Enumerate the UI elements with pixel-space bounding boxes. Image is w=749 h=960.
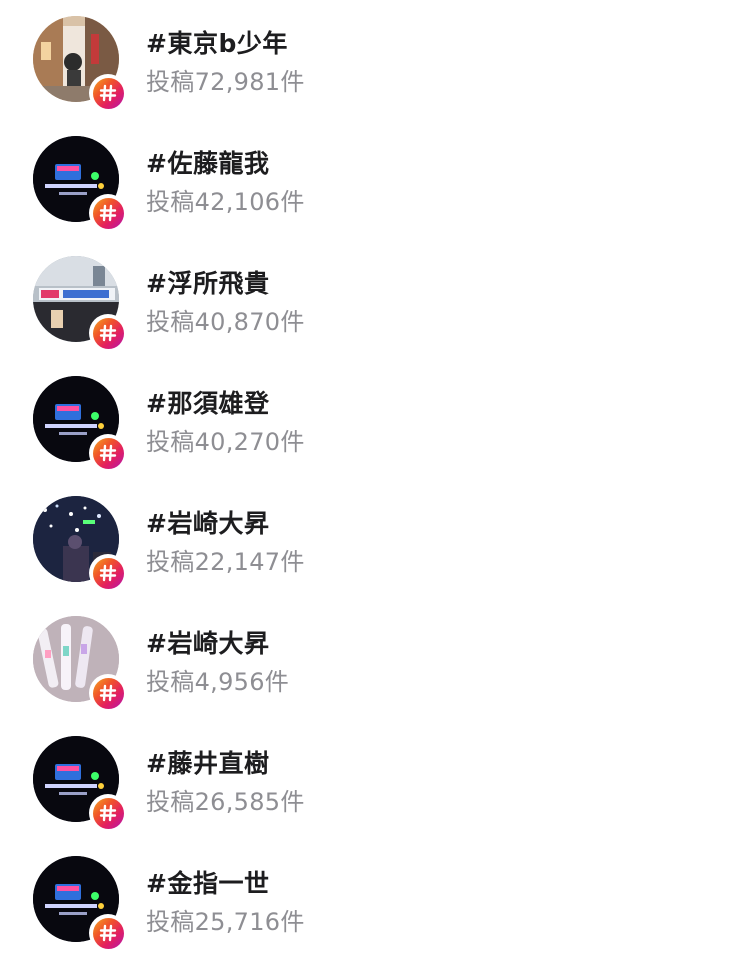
hashtag-badge bbox=[89, 794, 127, 832]
hashtag-badge bbox=[89, 434, 127, 472]
post-count: 投稿40,270件 bbox=[146, 428, 305, 456]
hashtag-icon bbox=[99, 564, 117, 582]
post-count: 投稿22,147件 bbox=[146, 548, 305, 576]
hashtag-icon bbox=[99, 324, 117, 342]
post-count: 投稿26,585件 bbox=[146, 788, 305, 816]
hashtag-badge bbox=[89, 914, 127, 952]
hashtag-row[interactable]: #東京b少年 投稿72,981件 bbox=[0, 0, 749, 120]
hashtag-thumbnail[interactable] bbox=[33, 496, 127, 592]
hashtag-icon bbox=[99, 804, 117, 822]
hashtag-row[interactable]: #岩崎大昇 投稿22,147件 bbox=[0, 480, 749, 600]
post-count: 投稿72,981件 bbox=[146, 68, 305, 96]
hashtag-name: #浮所飛貴 bbox=[146, 269, 270, 298]
hashtag-thumbnail[interactable] bbox=[33, 16, 127, 112]
post-count: 投稿4,956件 bbox=[146, 668, 290, 696]
hashtag-badge bbox=[89, 74, 127, 112]
hashtag-badge bbox=[89, 194, 127, 232]
hashtag-icon bbox=[99, 84, 117, 102]
hashtag-thumbnail[interactable] bbox=[33, 616, 127, 712]
hashtag-name: #東京b少年 bbox=[146, 29, 288, 58]
hashtag-row[interactable]: #浮所飛貴 投稿40,870件 bbox=[0, 240, 749, 360]
hashtag-badge bbox=[89, 314, 127, 352]
hashtag-icon bbox=[99, 924, 117, 942]
hashtag-thumbnail[interactable] bbox=[33, 256, 127, 352]
hashtag-icon bbox=[99, 204, 117, 222]
hashtag-icon bbox=[99, 684, 117, 702]
post-count: 投稿25,716件 bbox=[146, 908, 305, 936]
hashtag-thumbnail[interactable] bbox=[33, 136, 127, 232]
hashtag-name: #岩崎大昇 bbox=[146, 509, 270, 538]
hashtag-thumbnail[interactable] bbox=[33, 856, 127, 952]
hashtag-badge bbox=[89, 674, 127, 712]
hashtag-name: #那須雄登 bbox=[146, 389, 270, 418]
hashtag-badge bbox=[89, 554, 127, 592]
hashtag-thumbnail[interactable] bbox=[33, 376, 127, 472]
hashtag-row[interactable]: #佐藤龍我 投稿42,106件 bbox=[0, 120, 749, 240]
hashtag-row[interactable]: #那須雄登 投稿40,270件 bbox=[0, 360, 749, 480]
hashtag-row[interactable]: #藤井直樹 投稿26,585件 bbox=[0, 720, 749, 840]
post-count: 投稿42,106件 bbox=[146, 188, 305, 216]
post-count: 投稿40,870件 bbox=[146, 308, 305, 336]
hashtag-thumbnail[interactable] bbox=[33, 736, 127, 832]
hashtag-name: #佐藤龍我 bbox=[146, 149, 270, 178]
hashtag-name: #岩崎大昇 bbox=[146, 629, 270, 658]
hashtag-row[interactable]: #岩崎大昇 投稿4,956件 bbox=[0, 600, 749, 720]
hashtag-icon bbox=[99, 444, 117, 462]
hashtag-name: #藤井直樹 bbox=[146, 749, 270, 778]
hashtag-row[interactable]: #金指一世 投稿25,716件 bbox=[0, 840, 749, 960]
hashtag-name: #金指一世 bbox=[146, 869, 270, 898]
